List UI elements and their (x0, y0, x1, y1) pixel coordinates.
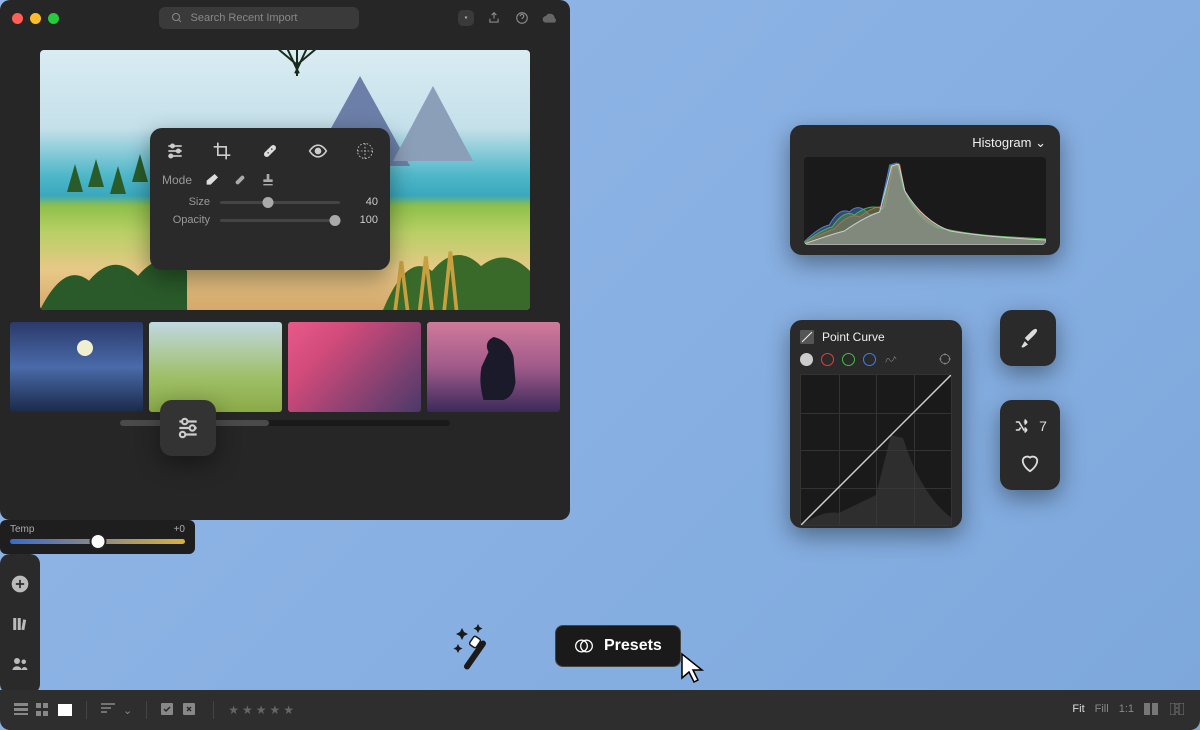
size-label: Size (162, 196, 210, 208)
cloud-button[interactable] (542, 10, 558, 26)
star-icon[interactable]: ★ (283, 703, 294, 717)
chevron-down-icon[interactable]: ⌄ (123, 704, 132, 717)
thumbnail-1[interactable] (10, 322, 143, 412)
stamp-icon[interactable] (260, 172, 276, 188)
point-curve-panel: Point Curve (790, 320, 962, 528)
share-icon (487, 11, 501, 25)
bandaid-icon[interactable] (232, 172, 248, 188)
brush-button[interactable] (1000, 310, 1056, 366)
channel-luma[interactable] (800, 353, 813, 366)
cursor-icon (680, 652, 708, 684)
presets-button[interactable]: Presets (555, 625, 681, 667)
maximize-window-icon[interactable] (48, 13, 59, 24)
mirror-icon[interactable] (1170, 703, 1186, 717)
bottom-toolbar: ⌄ ★ ★ ★ ★ ★ Fit Fill 1:1 (0, 690, 1200, 730)
scribble-icon[interactable] (884, 352, 898, 366)
vertical-toolbar (0, 554, 40, 694)
channel-blue[interactable] (863, 353, 876, 366)
temp-value: +0 (174, 524, 185, 535)
presets-label: Presets (604, 637, 662, 655)
search-placeholder: Search Recent Import (191, 12, 298, 24)
search-icon (171, 12, 183, 24)
mode-label: Mode (162, 173, 192, 187)
sync-panel: 7 (1000, 400, 1060, 490)
size-slider[interactable] (220, 201, 340, 204)
size-value: 40 (350, 196, 378, 208)
sync-count: 7 (1039, 418, 1047, 434)
filmstrip (10, 322, 560, 412)
histogram-title[interactable]: Histogram (804, 135, 1046, 151)
thumbnail-2[interactable] (149, 322, 282, 412)
temp-label: Temp (10, 524, 34, 535)
view-grid-icon[interactable] (36, 703, 52, 717)
heal-icon[interactable] (259, 140, 281, 162)
opacity-slider[interactable] (220, 219, 340, 222)
sliders-icon (175, 415, 201, 441)
temperature-panel: Temp +0 (0, 520, 195, 554)
star-icon[interactable]: ★ (270, 703, 281, 717)
channel-red[interactable] (821, 353, 834, 366)
close-window-icon[interactable] (12, 13, 23, 24)
star-icon[interactable]: ★ (228, 703, 239, 717)
tools-panel: Mode Size 40 Opacity 100 (150, 128, 390, 270)
search-input[interactable]: Search Recent Import (159, 7, 359, 29)
sort-icon[interactable] (101, 703, 117, 717)
flag-pick-icon[interactable] (161, 703, 177, 717)
star-icon[interactable]: ★ (242, 703, 253, 717)
curve-icon (800, 330, 814, 344)
histogram-panel: Histogram (790, 125, 1060, 255)
flag-reject-icon[interactable] (183, 703, 199, 717)
crop-icon[interactable] (211, 140, 233, 162)
share-button[interactable] (486, 10, 502, 26)
star-icon[interactable]: ★ (256, 703, 267, 717)
curve-editor[interactable] (800, 374, 952, 526)
help-icon (515, 11, 529, 25)
temp-slider[interactable] (10, 539, 185, 544)
rating-stars[interactable]: ★ ★ ★ ★ ★ (228, 703, 294, 717)
adjust-sliders-icon[interactable] (164, 140, 186, 162)
shuffle-icon[interactable] (1013, 418, 1033, 434)
point-curve-title: Point Curve (822, 330, 885, 344)
brush-icon (1015, 325, 1041, 351)
view-single-icon[interactable] (58, 704, 72, 716)
mask-mesh-icon[interactable] (354, 140, 376, 162)
thumbnail-3[interactable] (288, 322, 421, 412)
opacity-label: Opacity (162, 214, 210, 226)
people-button[interactable] (10, 654, 30, 674)
window-controls (12, 13, 59, 24)
redeye-icon[interactable] (307, 140, 329, 162)
filter-button[interactable] (458, 10, 474, 26)
heart-icon[interactable] (1019, 453, 1041, 473)
view-list-icon[interactable] (14, 703, 30, 717)
zoom-fit[interactable]: Fit (1072, 703, 1084, 717)
minimize-window-icon[interactable] (30, 13, 41, 24)
zoom-one-to-one[interactable]: 1:1 (1119, 703, 1134, 717)
help-button[interactable] (514, 10, 530, 26)
thumbnail-4[interactable] (427, 322, 560, 412)
histogram-canvas (804, 157, 1046, 245)
cloud-icon (542, 12, 558, 24)
magic-wand-icon (450, 620, 510, 680)
zoom-fill[interactable]: Fill (1095, 703, 1109, 717)
adjustments-button[interactable] (160, 400, 216, 456)
titlebar: Search Recent Import (0, 0, 570, 36)
opacity-value: 100 (350, 214, 378, 226)
target-picker-icon[interactable] (938, 352, 952, 366)
presets-icon (574, 636, 594, 656)
add-button[interactable] (10, 574, 30, 594)
compare-icon[interactable] (1144, 703, 1160, 717)
funnel-icon (464, 12, 468, 24)
eraser-icon[interactable] (204, 172, 220, 188)
channel-green[interactable] (842, 353, 855, 366)
library-button[interactable] (10, 614, 30, 634)
